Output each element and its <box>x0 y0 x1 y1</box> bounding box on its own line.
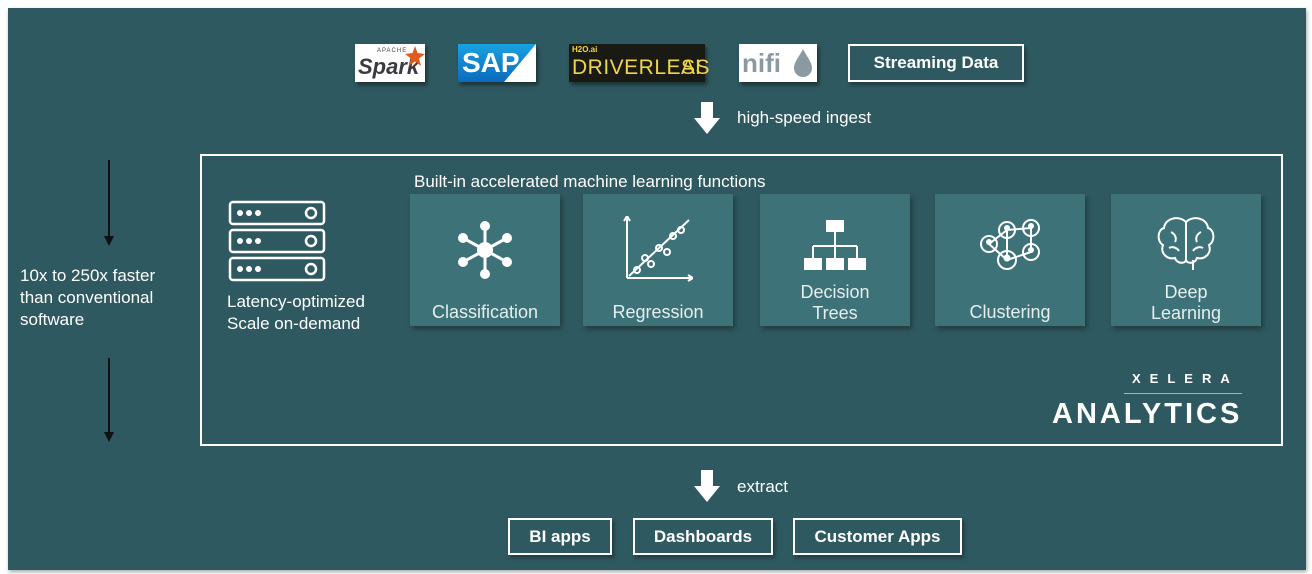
driverless-ai-logo: H2O.ai DRIVERLESS AI <box>569 44 710 82</box>
spark-star-icon <box>405 46 425 66</box>
tile-label-deep-learning: Deep Learning <box>1150 282 1222 323</box>
server-stack-icon <box>228 200 326 282</box>
tile-regression: Regression <box>583 194 733 326</box>
people-cluster-icon <box>980 219 1040 270</box>
tile-label-regression: Regression <box>612 302 704 322</box>
tile-deep-learning: Deep Learning <box>1111 194 1261 326</box>
speed-claim: 10x to 250x faster than conventional sof… <box>20 266 156 329</box>
brand-divider <box>1124 393 1242 394</box>
output-bi-apps: BI apps <box>508 518 612 555</box>
driverless-ai-suffix: AI <box>681 56 701 79</box>
nifi-logo-text: nifi <box>742 48 781 78</box>
extract-label: extract <box>737 477 789 496</box>
output-customer-apps: Customer Apps <box>793 518 962 555</box>
sap-logo: SAP <box>458 44 536 82</box>
sap-logo-text: SAP <box>462 47 520 78</box>
spark-logo: APACHE Spark <box>355 44 425 82</box>
tile-label-clustering: Clustering <box>969 302 1051 322</box>
output-dashboards: Dashboards <box>633 518 773 555</box>
streaming-data-box: Streaming Data <box>848 44 1024 82</box>
speed-arrow-bottom-icon <box>104 358 114 442</box>
tile-classification: Classification <box>410 194 560 326</box>
nifi-logo: nifi <box>739 44 817 82</box>
brand-top: XELERA <box>1132 371 1239 386</box>
ingest-label: high-speed ingest <box>737 108 872 127</box>
scatter-trend-icon <box>623 216 693 282</box>
brain-icon <box>1157 217 1215 270</box>
tile-label-decision-trees: Decision Trees <box>800 282 870 323</box>
tile-decision-trees: Decision Trees <box>760 194 910 326</box>
brand-bottom: ANALYTICS <box>1052 398 1243 430</box>
speed-arrow-top-icon <box>104 160 114 246</box>
ingest-arrow-icon <box>694 102 720 134</box>
org-tree-icon <box>804 220 866 270</box>
hub-network-icon <box>458 221 512 279</box>
tile-label-classification: Classification <box>431 302 539 322</box>
server-caption: Latency-optimized Scale on-demand <box>227 292 365 333</box>
tile-clustering: Clustering <box>935 194 1085 326</box>
h2o-badge: H2O.ai <box>572 45 598 54</box>
engine-heading: Built-in accelerated machine learning fu… <box>414 172 766 191</box>
extract-arrow-icon <box>694 470 720 502</box>
nifi-drop-icon <box>794 49 812 77</box>
